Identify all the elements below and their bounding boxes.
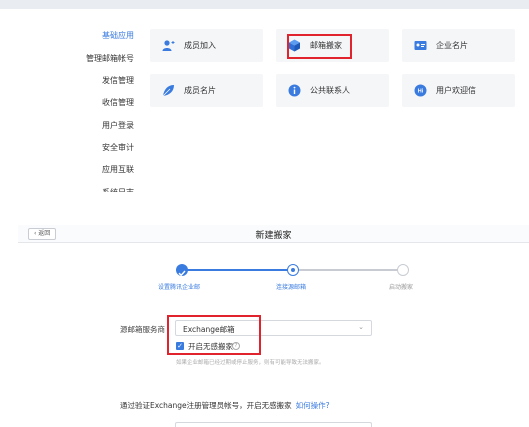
user-add-icon <box>162 40 175 51</box>
sidebar-item-user-login[interactable]: 用户登录 <box>44 120 134 131</box>
step-pending-icon <box>397 264 409 276</box>
sidebar-item-receiving[interactable]: 收信管理 <box>44 97 134 108</box>
step-connector-pending <box>293 269 403 271</box>
app-tile-label: 企业名片 <box>436 41 468 50</box>
left-gutter <box>0 9 18 192</box>
chevron-down-icon: ⌄ <box>358 323 364 331</box>
sidebar-item-manage-accounts[interactable]: 管理邮箱帐号 <box>44 53 134 64</box>
highlight-box <box>287 34 352 59</box>
business-card-icon <box>414 41 427 50</box>
sidebar-item-app-interconnect[interactable]: 应用互联 <box>44 164 134 175</box>
step-connector-done <box>182 269 293 271</box>
step-current-icon <box>287 264 299 276</box>
section-instruction-text: 通过验证Exchange注册管理员帐号，开启无感搬家 <box>120 401 292 410</box>
sidebar-item-security-audit[interactable]: 安全审计 <box>44 142 134 153</box>
welcome-letter-icon: Hi <box>414 84 427 97</box>
app-tile-member-card[interactable]: 成员名片 <box>150 74 263 107</box>
app-tile-member-join[interactable]: 成员加入 <box>150 29 263 62</box>
how-to-link[interactable]: 如何操作? <box>296 401 330 410</box>
sidebar-item-sending[interactable]: 发信管理 <box>44 75 134 86</box>
highlight-box <box>167 315 261 355</box>
hint-text: 如果企业邮箱已经过期或停止服务，则有可能导致无法搬家。 <box>176 360 325 366</box>
top-bar <box>0 0 529 9</box>
step-label-1: 设置腾讯企业邮 <box>158 284 201 291</box>
app-tile-label: 公共联系人 <box>310 86 350 95</box>
app-tile-company-card[interactable]: 企业名片 <box>402 29 515 62</box>
page-title: 新建搬家 <box>255 231 292 241</box>
app-tile-label: 成员名片 <box>184 86 216 95</box>
app-tile-welcome-letter[interactable]: Hi 用户欢迎信 <box>402 74 515 107</box>
app-tile-public-contacts[interactable]: 公共联系人 <box>276 74 389 107</box>
provider-label: 源邮箱服务商 <box>120 325 165 334</box>
sidebar-item-basic-apps[interactable]: 基础应用 <box>44 30 134 41</box>
svg-text:Hi: Hi <box>418 89 424 95</box>
step-done-icon <box>176 264 188 277</box>
migration-header: ‹ 返回 新建搬家 <box>18 225 529 243</box>
section-divider <box>0 192 529 224</box>
app-tile-label: 用户欢迎信 <box>436 86 476 95</box>
info-icon <box>288 84 301 97</box>
step-label-3: 启动搬家 <box>389 284 414 291</box>
app-tile-label: 成员加入 <box>184 41 216 50</box>
step-label-2: 连接源邮箱 <box>276 284 307 291</box>
leaf-icon <box>162 85 174 97</box>
section-instruction: 通过验证Exchange注册管理员帐号，开启无感搬家 如何操作? <box>120 400 330 411</box>
admin-account-input[interactable] <box>175 422 372 427</box>
